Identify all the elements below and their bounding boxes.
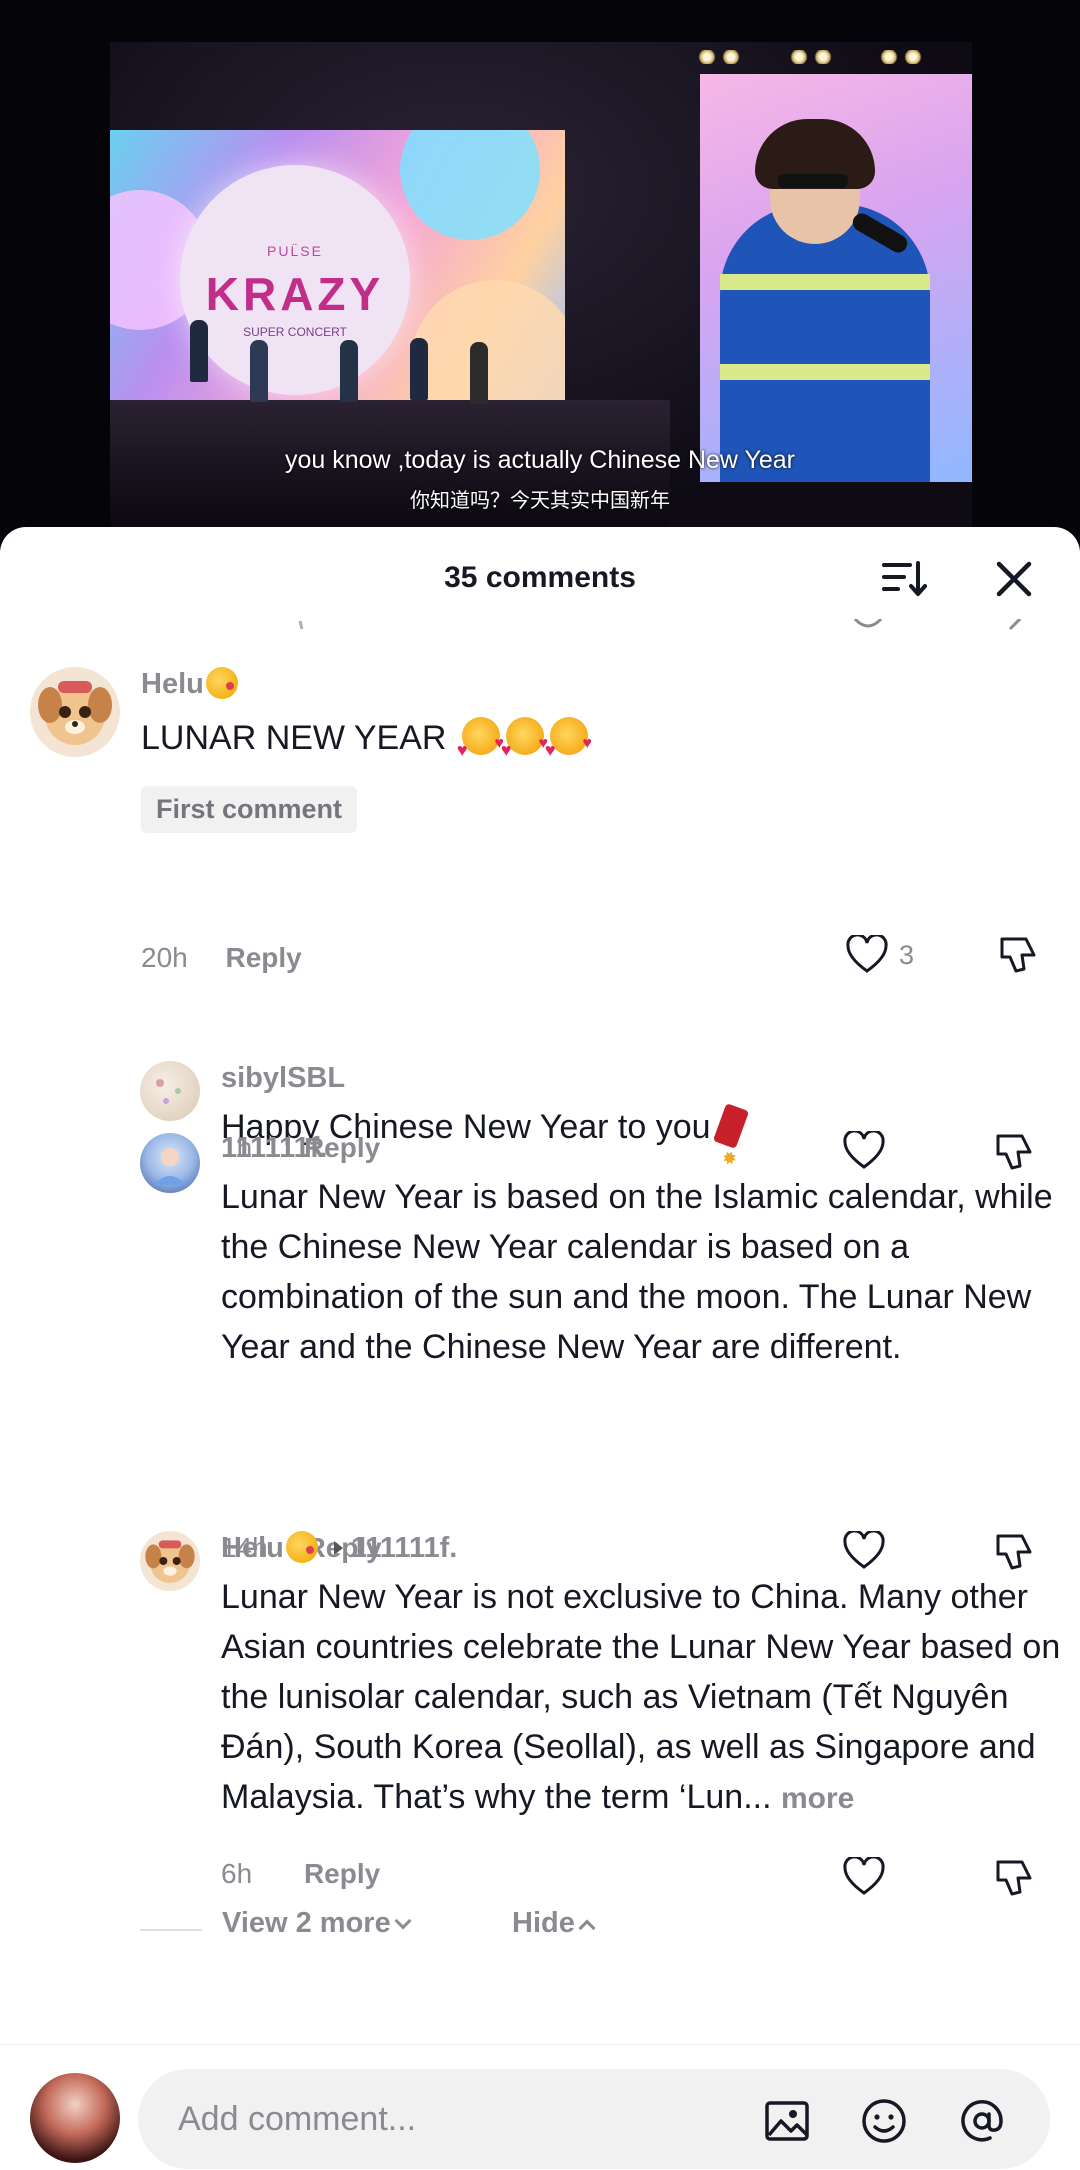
like-button[interactable]: [842, 1857, 886, 1897]
comment-item: Helu LUNAR NEW YEAR First comment: [0, 667, 1080, 867]
view-more-replies-button[interactable]: View 2 more: [222, 1907, 412, 1940]
smiling-hearts-emoji-icon: [457, 717, 504, 775]
logo-subtitle: SUPER CONCERT: [243, 325, 347, 339]
mention-button[interactable]: [958, 2097, 1006, 2145]
reply-button[interactable]: Reply: [226, 942, 302, 974]
hide-replies-button[interactable]: Hide: [512, 1907, 596, 1940]
comment-username[interactable]: sibylSBL: [221, 1062, 345, 1095]
add-comment-input[interactable]: [178, 2091, 698, 2147]
kissing-face-emoji-icon: [285, 1531, 318, 1563]
sort-button[interactable]: [880, 557, 928, 601]
comments-sheet: 35 comments Helu LUNAR NEW YEAR ♥ ♥♥ ♥♥ …: [0, 527, 1080, 2170]
puppy-avatar-icon: [145, 1540, 195, 1583]
avatar[interactable]: [140, 1061, 200, 1121]
first-comment-badge: First comment: [141, 786, 358, 833]
avatar[interactable]: [140, 1531, 200, 1591]
divider-line: [140, 1929, 202, 1931]
dislike-button[interactable]: [996, 933, 1040, 982]
heart-icon: [846, 935, 888, 973]
comment-username[interactable]: 111111f.: [221, 1132, 327, 1165]
kissing-face-emoji-icon: [205, 667, 238, 699]
video-player[interactable]: PUL̈SE KRAZY SUPER CONCERT you know ,tod…: [0, 0, 1080, 560]
comment-meta: 20h Reply: [141, 942, 302, 974]
user-avatar-icon: [154, 1148, 186, 1185]
sort-icon: [882, 561, 927, 596]
comment-composer: [0, 2044, 1080, 2170]
comment-text: Lunar New Year is not exclusive to China…: [221, 1578, 1061, 1816]
like-button[interactable]: 3: [845, 935, 914, 975]
thumbs-down-icon: [996, 1134, 1032, 1170]
heart-icon: [843, 1531, 885, 1569]
stage-screen-right: [700, 74, 972, 482]
floral-avatar-icon: [156, 1079, 181, 1104]
puppy-avatar-icon: [38, 681, 112, 745]
stage-lights: [110, 50, 972, 70]
avatar[interactable]: [140, 1133, 200, 1193]
more-link[interactable]: more: [781, 1782, 854, 1815]
comment-time: 6h: [221, 1858, 253, 1889]
smiley-icon: [862, 2099, 906, 2143]
chevron-down-icon: [394, 1912, 412, 1930]
comment-text: LUNAR NEW YEAR: [141, 713, 592, 775]
reply-arrow-icon: [333, 1541, 343, 1555]
firecracker-emoji-icon: [712, 1103, 749, 1149]
stage-screen-left: PUL̈SE KRAZY SUPER CONCERT: [110, 130, 565, 400]
comment-time: 20h: [141, 942, 188, 973]
thumbs-down-icon: [996, 1534, 1032, 1570]
logo-brand: PUL̈SE: [267, 243, 323, 259]
subtitle-chinese: 你知道吗？今天其实中国新年: [410, 490, 670, 512]
image-icon: [765, 2101, 809, 2141]
replied-to-username[interactable]: 111111f.: [351, 1532, 457, 1564]
comment-username[interactable]: Helu: [141, 667, 238, 701]
comments-header: 35 comments: [0, 527, 1080, 627]
comment-text: Lunar New Year is based on the Islamic c…: [221, 1178, 1053, 1366]
thumbs-down-icon: [996, 1860, 1032, 1896]
comment-input-container[interactable]: [138, 2069, 1050, 2169]
comment-username[interactable]: Helu 111111f.: [221, 1531, 457, 1565]
close-button[interactable]: [990, 555, 1038, 603]
close-icon: [996, 561, 1032, 597]
emoji-button[interactable]: [860, 2097, 908, 2145]
dislike-button[interactable]: [992, 1856, 1036, 1905]
comment-meta: 6h Reply: [221, 1858, 380, 1890]
subtitle-english: you know ,today is actually Chinese New …: [284, 446, 795, 474]
heart-icon: [843, 1131, 885, 1169]
like-button[interactable]: [842, 1531, 886, 1571]
like-button[interactable]: [842, 1131, 886, 1171]
concert-logo: PUL̈SE KRAZY SUPER CONCERT: [180, 165, 410, 395]
smiling-hearts-emoji-icon: [501, 717, 548, 775]
reply-button[interactable]: Reply: [304, 1858, 380, 1890]
heart-icon: [843, 1857, 885, 1895]
like-count: 3: [899, 939, 915, 970]
image-button[interactable]: [763, 2097, 811, 2145]
thumbs-down-icon: [1000, 937, 1036, 973]
my-avatar[interactable]: [30, 2073, 120, 2163]
avatar[interactable]: [30, 667, 120, 757]
logo-title: KRAZY: [205, 268, 385, 320]
scrolled-row-fragment: [0, 619, 1080, 639]
chevron-up-icon: [578, 1919, 596, 1937]
at-sign-icon: [961, 2100, 1003, 2142]
smiling-hearts-emoji-icon: [545, 717, 592, 775]
